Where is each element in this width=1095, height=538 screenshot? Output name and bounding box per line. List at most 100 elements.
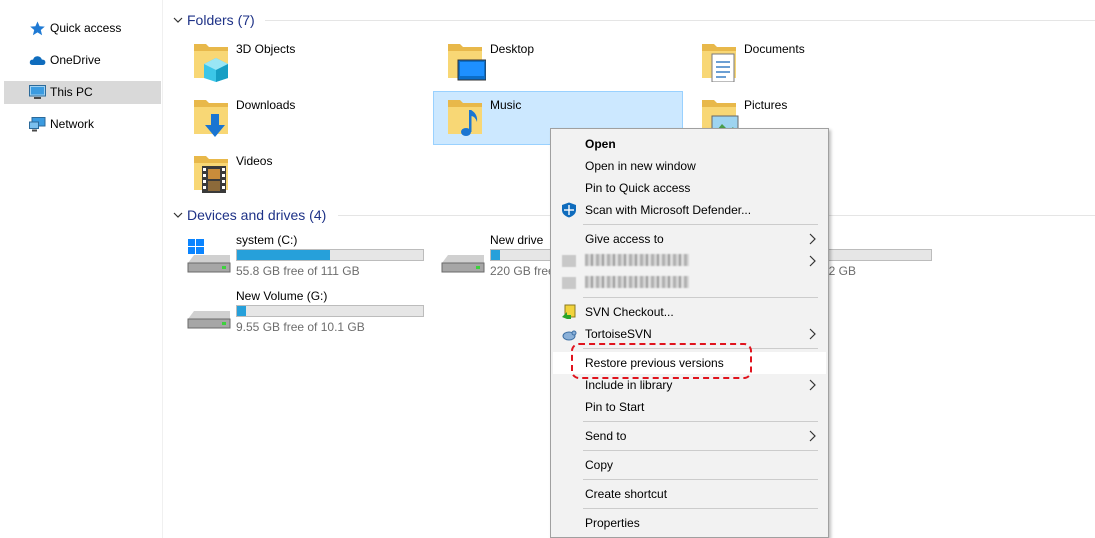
menu-item-label: Create shortcut	[585, 487, 668, 501]
menu-item-pin-to-start[interactable]: Pin to Start	[553, 396, 826, 418]
menu-item-label: Scan with Microsoft Defender...	[585, 203, 752, 217]
menu-item-svn-checkout[interactable]: SVN Checkout...	[553, 301, 826, 323]
3d-objects-folder-icon	[194, 44, 228, 82]
devices-section-header[interactable]: Devices and drives (4)	[172, 205, 326, 225]
chevron-right-icon	[809, 233, 816, 245]
menu-item-properties[interactable]: Properties	[553, 512, 826, 534]
drive-system-c[interactable]: system (C:) 55.8 GB free of 111 GB	[180, 233, 430, 287]
videos-folder-icon	[194, 156, 228, 193]
drive-name: New Volume (G:)	[236, 289, 328, 303]
chevron-down-icon	[173, 17, 183, 23]
nav-item-this-pc[interactable]: This PC	[4, 81, 161, 104]
drive-free-space: 9.55 GB free of 10.1 GB	[236, 320, 365, 334]
downloads-folder-icon	[194, 100, 228, 137]
menu-separator	[583, 224, 818, 225]
folder-downloads[interactable]: Downloads	[180, 92, 430, 146]
section-title: Devices and drives (4)	[187, 207, 327, 223]
nav-label: This PC	[50, 85, 93, 99]
menu-separator	[583, 508, 818, 509]
folder-name: Downloads	[236, 98, 296, 112]
network-icon	[29, 117, 46, 132]
menu-item-label: TortoiseSVN	[585, 327, 652, 341]
folder-name: 3D Objects	[236, 42, 296, 56]
chevron-right-icon	[809, 430, 816, 442]
star-icon	[30, 21, 45, 36]
windows-drive-icon	[187, 239, 231, 273]
drive-usage-bar	[236, 249, 424, 261]
hard-drive-icon	[441, 255, 485, 273]
menu-item-label: SVN Checkout...	[585, 305, 674, 319]
menu-item-send-to[interactable]: Send to	[553, 425, 826, 447]
chevron-right-icon	[809, 328, 816, 340]
folder-desktop[interactable]: Desktop	[434, 36, 684, 90]
menu-item-create-shortcut[interactable]: Create shortcut	[553, 483, 826, 505]
navigation-pane: Quick access OneDrive This PC Network	[0, 0, 163, 538]
menu-separator	[583, 450, 818, 451]
menu-separator	[583, 421, 818, 422]
menu-item-label: Include in library	[585, 378, 673, 392]
music-folder-icon	[448, 100, 482, 136]
hard-drive-icon	[187, 311, 231, 329]
drive-usage-fill	[491, 250, 501, 260]
menu-item-open-new-window[interactable]: Open in new window	[553, 155, 826, 177]
drive-usage-fill	[237, 306, 247, 316]
menu-item-label: Properties	[585, 516, 640, 530]
section-title: Folders (7)	[187, 12, 255, 28]
menu-item-tortoisesvn[interactable]: TortoiseSVN	[553, 323, 826, 345]
nav-label: Network	[50, 117, 95, 131]
nav-label: OneDrive	[50, 53, 101, 67]
cloud-icon	[29, 56, 46, 65]
drive-free-space: 220 GB free	[490, 264, 555, 278]
menu-separator	[583, 297, 818, 298]
menu-separator	[583, 479, 818, 480]
drive-usage-fill	[237, 250, 330, 260]
folders-section-header[interactable]: Folders (7)	[172, 10, 255, 30]
nav-item-quick-access[interactable]: Quick access	[4, 17, 161, 40]
redacted-label	[585, 254, 689, 269]
menu-item-copy[interactable]: Copy	[553, 454, 826, 476]
menu-item-open[interactable]: Open	[553, 133, 826, 155]
folder-videos[interactable]: Videos	[180, 148, 430, 202]
redacted-icon	[562, 255, 576, 267]
computer-icon	[29, 85, 46, 99]
nav-item-onedrive[interactable]: OneDrive	[4, 49, 161, 72]
svn-checkout-icon	[562, 304, 576, 319]
folder-documents[interactable]: Documents	[688, 36, 938, 90]
drive-name: New drive	[490, 233, 544, 247]
redacted-label	[585, 276, 689, 291]
menu-item-label: Open	[585, 137, 616, 151]
menu-item-label: Pin to Quick access	[585, 181, 691, 195]
documents-folder-icon	[702, 44, 736, 82]
folder-name: Music	[490, 98, 522, 112]
drive-usage-bar	[236, 305, 424, 317]
drive-name: system (C:)	[236, 233, 298, 247]
drive-free-space: 55.8 GB free of 111 GB	[236, 264, 360, 278]
nav-label: Quick access	[50, 21, 122, 35]
nav-item-network[interactable]: Network	[4, 113, 161, 136]
folder-name: Videos	[236, 154, 273, 168]
redacted-icon	[562, 277, 576, 289]
menu-item-label: Pin to Start	[585, 400, 645, 414]
drive-new-volume-g[interactable]: New Volume (G:) 9.55 GB free of 10.1 GB	[180, 289, 430, 343]
chevron-right-icon	[809, 255, 816, 267]
context-menu: Open Open in new window Pin to Quick acc…	[550, 128, 829, 538]
menu-item-redacted-2[interactable]	[553, 272, 826, 294]
menu-item-label: Give access to	[585, 232, 664, 246]
section-divider	[265, 20, 1095, 21]
menu-item-redacted-1[interactable]	[553, 250, 826, 272]
menu-item-scan-defender[interactable]: Scan with Microsoft Defender...	[553, 199, 826, 221]
folder-3d-objects[interactable]: 3D Objects	[180, 36, 430, 90]
folder-name: Desktop	[490, 42, 535, 56]
desktop-folder-icon	[448, 44, 486, 81]
menu-item-pin-quick-access[interactable]: Pin to Quick access	[553, 177, 826, 199]
folder-name: Documents	[744, 42, 805, 56]
chevron-down-icon	[173, 212, 183, 218]
folder-name: Pictures	[744, 98, 788, 112]
highlight-annotation	[571, 343, 752, 379]
chevron-right-icon	[809, 379, 816, 391]
menu-item-label: Open in new window	[585, 159, 696, 173]
menu-item-label: Send to	[585, 429, 627, 443]
menu-item-give-access[interactable]: Give access to	[553, 228, 826, 250]
menu-item-label: Copy	[585, 458, 614, 472]
tortoisesvn-icon	[562, 330, 577, 341]
